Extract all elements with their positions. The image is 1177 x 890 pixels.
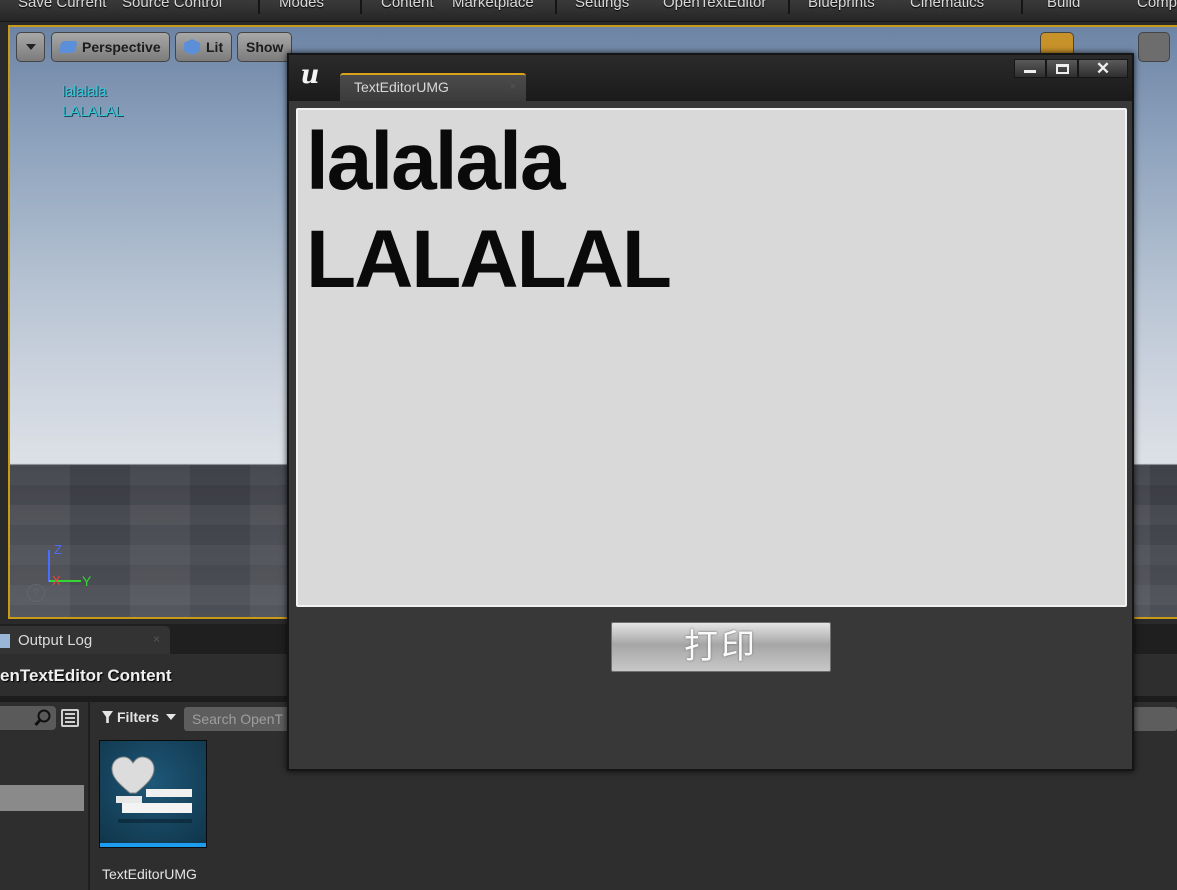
close-icon: ✕ <box>1095 59 1111 78</box>
close-tab-icon[interactable]: × <box>510 81 516 93</box>
toolbar-separator <box>555 0 557 14</box>
axis-gizmo: Z X Y <box>40 542 100 592</box>
window-title-bar[interactable]: u TextEditorUMG × ✕ <box>289 55 1132 101</box>
editor-text-line: lalalala <box>306 116 566 207</box>
source-control-button[interactable]: Source Control <box>122 0 222 11</box>
asset-type-color-bar <box>100 843 206 847</box>
blueprints-button[interactable]: Blueprints <box>808 0 875 11</box>
asset-name-label: TextEditorUMG <box>102 866 197 882</box>
world-space-icon[interactable] <box>1138 32 1170 62</box>
toolbar-separator <box>788 0 790 14</box>
viewport-debug-text-line: LALALAL <box>62 103 124 120</box>
filters-button[interactable]: Filters <box>102 709 177 725</box>
window-tab-label: TextEditorUMG <box>354 79 449 95</box>
maximize-button[interactable] <box>1046 59 1078 78</box>
toolbar-separator <box>1021 0 1023 14</box>
output-log-tab-label: Output Log <box>18 632 93 649</box>
lit-button[interactable]: Lit <box>175 32 233 62</box>
perspective-button[interactable]: Perspective <box>51 32 170 62</box>
perspective-icon <box>58 41 78 53</box>
window-tab[interactable]: TextEditorUMG × <box>340 73 526 101</box>
editor-root: Save Current Source Control Modes Conten… <box>0 0 1177 890</box>
main-toolbar: Save Current Source Control Modes Conten… <box>0 0 1177 22</box>
window-controls: ✕ <box>1014 59 1128 78</box>
viewport-debug-text-line: lalalala <box>62 83 107 100</box>
close-window-button[interactable]: ✕ <box>1078 59 1128 78</box>
search-icon[interactable] <box>34 709 52 727</box>
viewport-options-button[interactable] <box>16 32 45 62</box>
filters-label: Filters <box>117 709 160 725</box>
x-axis-label: X <box>52 573 61 588</box>
widget-blueprint-icon <box>111 756 192 823</box>
output-log-icon <box>0 634 10 648</box>
cinematics-button[interactable]: Cinematics <box>910 0 984 11</box>
editor-text-line: LALALAL <box>306 214 672 305</box>
compile-button[interactable]: Comp <box>1137 0 1177 11</box>
lit-cube-icon <box>184 39 200 55</box>
toolbar-separator <box>258 0 260 14</box>
show-label: Show <box>246 39 284 55</box>
build-button[interactable]: Build <box>1047 0 1080 11</box>
y-axis-label: Y <box>82 573 92 589</box>
chevron-down-icon <box>25 44 36 50</box>
text-editor-window[interactable]: u TextEditorUMG × ✕ lalalala LALALAL 打印 <box>287 53 1134 771</box>
save-current-button[interactable]: Save Current <box>18 0 106 11</box>
show-button[interactable]: Show <box>237 32 293 62</box>
minimize-button[interactable] <box>1014 59 1046 78</box>
settings-button[interactable]: Settings <box>575 0 629 11</box>
unreal-logo-icon: u <box>300 60 320 90</box>
selected-folder-item[interactable] <box>0 785 84 811</box>
panel-splitter[interactable] <box>88 702 90 890</box>
content-button[interactable]: Content <box>381 0 434 11</box>
output-log-tab[interactable]: Output Log × <box>0 626 170 654</box>
asset-thumbnail[interactable] <box>99 740 207 848</box>
maximize-icon <box>1055 63 1069 74</box>
open-text-editor-button[interactable]: OpenTextEditor <box>663 0 766 11</box>
marketplace-button[interactable]: Marketplace <box>452 0 534 11</box>
minimize-icon <box>1024 69 1036 73</box>
print-button[interactable]: 打印 <box>611 622 831 672</box>
filter-funnel-icon <box>102 711 113 723</box>
text-editor-area[interactable]: lalalala LALALAL <box>296 108 1127 607</box>
help-icon[interactable]: ? <box>27 584 45 602</box>
z-axis-line <box>48 550 50 582</box>
chevron-down-icon <box>166 714 177 720</box>
close-tab-icon[interactable]: × <box>153 632 160 646</box>
content-browser-title: enTextEditor Content <box>0 666 172 685</box>
perspective-label: Perspective <box>82 39 161 55</box>
lit-label: Lit <box>206 39 224 55</box>
path-view-options-icon[interactable] <box>61 709 79 727</box>
z-axis-label: Z <box>54 542 62 557</box>
modes-button[interactable]: Modes <box>279 0 324 11</box>
toolbar-separator <box>360 0 362 14</box>
